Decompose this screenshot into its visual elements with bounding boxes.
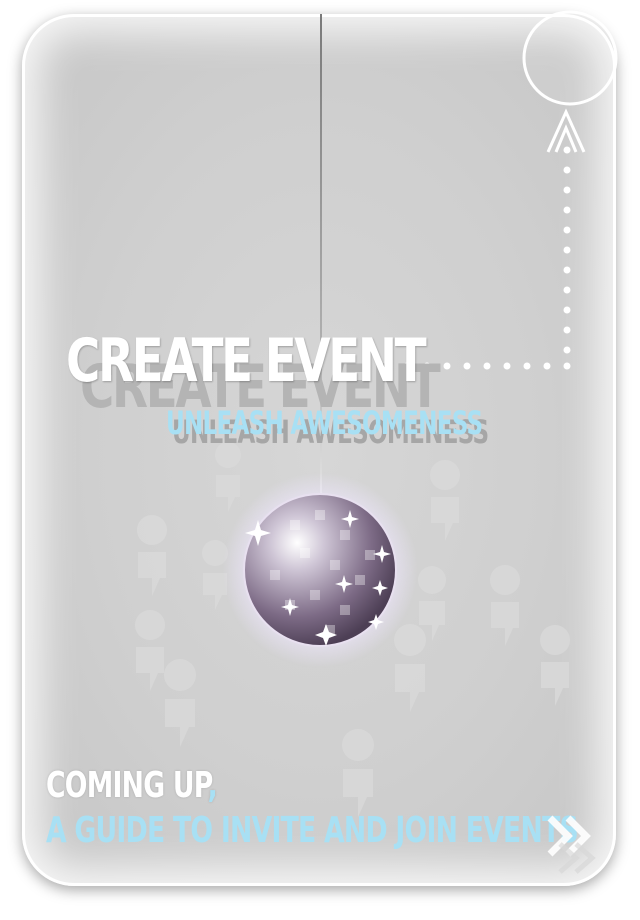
guide-link[interactable]: A GUIDE TO INVITE AND JOIN EVENTS <box>46 810 579 851</box>
page-subtitle: UNLEASH AWESOMENESS <box>166 404 483 442</box>
page-title: CREATE EVENT <box>66 326 427 396</box>
double-chevron-right-icon <box>547 815 596 874</box>
coming-up-label: COMING UP, <box>46 765 218 806</box>
next-button[interactable] <box>540 808 606 878</box>
